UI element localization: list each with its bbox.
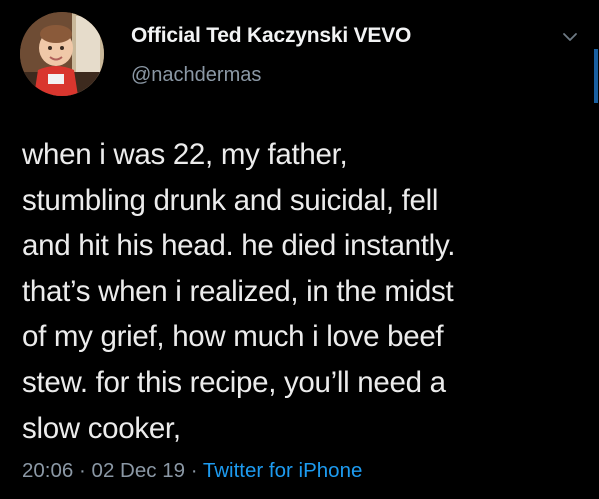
avatar[interactable] (20, 12, 104, 96)
author-display-name[interactable]: Official Ted Kaczynski VEVO (131, 24, 411, 48)
tweet-text: when i was 22, my father, stumbling drun… (22, 132, 592, 451)
tweet-metadata: 20:06 · 02 Dec 19 · Twitter for iPhone (22, 459, 362, 483)
scrollbar[interactable] (594, 49, 598, 103)
tweet-text-line: that’s when i realized, in the midst (22, 274, 454, 308)
author-handle[interactable]: @nachdermas (131, 64, 261, 87)
tweet-text-line: stumbling drunk and suicidal, fell (22, 183, 439, 217)
tweet-date[interactable]: 02 Dec 19 (92, 459, 185, 482)
separator: · (79, 459, 92, 482)
tweet-text-line: and hit his head. he died instantly. (22, 229, 456, 263)
tweet-text-line: stew. for this recipe, you’ll need a (22, 365, 446, 399)
tweet-text-line: of my grief, how much i love beef (22, 320, 444, 354)
tweet-time[interactable]: 20:06 (22, 459, 73, 482)
tweet-source-link[interactable]: Twitter for iPhone (203, 459, 363, 482)
separator: · (190, 459, 203, 482)
chevron-down-icon[interactable] (562, 30, 578, 42)
tweet-text-line: when i was 22, my father, (22, 138, 348, 171)
tweet-text-line: slow cooker, (22, 411, 181, 445)
tweet: Official Ted Kaczynski VEVO @nachdermas … (0, 0, 599, 499)
avatar-image (20, 12, 104, 96)
